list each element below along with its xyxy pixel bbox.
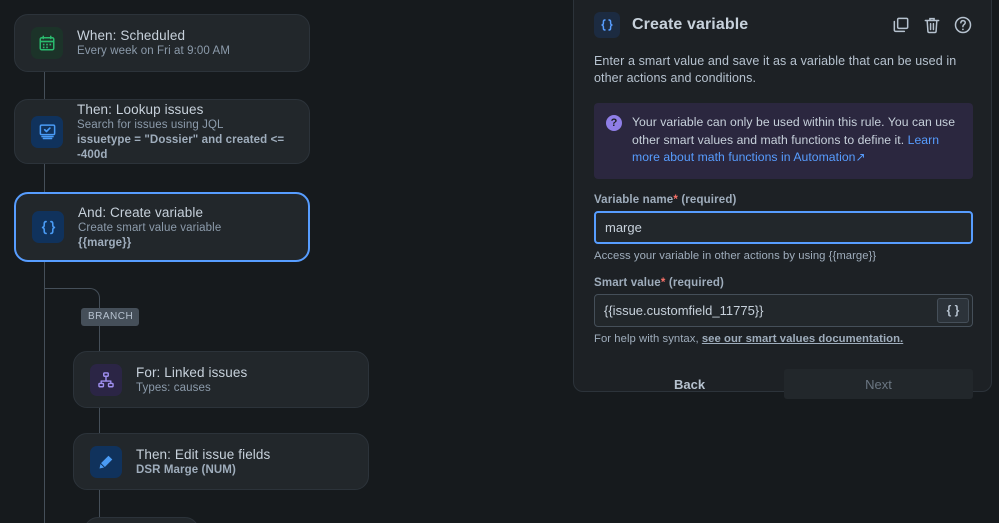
card-detail: issuetype = "Dossier" and created <= -40…	[77, 133, 285, 161]
smart-value-input[interactable]	[594, 293, 973, 327]
page-title: Create variable	[632, 16, 749, 33]
card-title: Then: Lookup issues	[77, 101, 204, 117]
panel-button-row: Back Next	[594, 369, 973, 400]
back-button[interactable]: Back	[662, 369, 717, 400]
variable-name-input-wrap	[594, 210, 973, 244]
smart-value-input-wrap: { }	[594, 293, 973, 327]
card-subtitle: Search for issues using JQL	[77, 118, 224, 131]
info-banner-body: Your variable can only be used within th…	[632, 115, 956, 147]
smart-values-docs-link[interactable]: see our smart values documentation.	[702, 333, 903, 345]
rule-card-lookup-issues[interactable]: Then: Lookup issues Search for issues us…	[14, 99, 310, 164]
rule-flow-canvas: BRANCH When: Scheduled Every week on Fri…	[0, 0, 573, 523]
rule-card-partial[interactable]	[84, 517, 199, 523]
card-text: For: Linked issues Types: causes	[136, 364, 247, 396]
required-note: (required)	[681, 193, 737, 206]
card-subtitle: Every week on Fri at 9:00 AM	[77, 45, 231, 57]
card-subtitle: Types: causes	[136, 381, 211, 394]
card-text: Then: Edit issue fields DSR Marge (NUM)	[136, 446, 270, 478]
curly-braces-icon	[594, 12, 620, 38]
hierarchy-icon	[90, 363, 122, 396]
panel-description: Enter a smart value and save it as a var…	[594, 54, 957, 85]
smart-value-label-text: Smart value	[594, 276, 661, 289]
card-title: And: Create variable	[78, 204, 204, 220]
insert-smart-value-button[interactable]: { }	[937, 297, 969, 323]
card-subtitle: Create smart value variable	[78, 221, 222, 234]
smart-value-hint: For help with syntax, see our smart valu…	[594, 333, 973, 345]
card-text: Then: Lookup issues Search for issues us…	[77, 101, 293, 163]
card-title: Then: Edit issue fields	[136, 446, 271, 462]
automation-rule-builder-screen: BRANCH When: Scheduled Every week on Fri…	[0, 0, 999, 523]
rule-card-linked-issues[interactable]: For: Linked issues Types: causes	[73, 351, 369, 408]
connector-line	[44, 288, 90, 289]
connector-line	[44, 262, 45, 523]
card-subtitle: DSR Marge (NUM)	[136, 463, 236, 476]
smart-value-label: Smart value* (required)	[594, 277, 973, 289]
connector-line	[44, 72, 45, 99]
info-banner-text: Your variable can only be used within th…	[632, 114, 961, 167]
info-banner: ? Your variable can only be used within …	[594, 103, 973, 179]
card-title: When: Scheduled	[77, 28, 186, 43]
smart-value-hint-prefix: For help with syntax,	[594, 332, 702, 345]
card-title: For: Linked issues	[136, 364, 248, 380]
calendar-icon	[31, 27, 63, 59]
variable-name-input[interactable]	[594, 210, 973, 244]
external-link-icon: ↗	[855, 150, 866, 164]
required-note: (required)	[668, 276, 725, 289]
rule-card-edit-issue-fields[interactable]: Then: Edit issue fields DSR Marge (NUM)	[73, 433, 369, 490]
panel-actions	[891, 15, 973, 35]
card-detail: {{marge}}	[78, 236, 132, 249]
variable-name-label-text: Variable name	[594, 193, 674, 206]
next-button[interactable]: Next	[784, 369, 973, 399]
rule-card-when-scheduled[interactable]: When: Scheduled Every week on Fri at 9:0…	[14, 14, 310, 72]
copy-icon[interactable]	[891, 15, 911, 35]
panel-header: Create variable	[594, 9, 973, 41]
rule-card-create-variable[interactable]: And: Create variable Create smart value …	[14, 192, 310, 262]
monitor-check-icon	[31, 115, 63, 148]
variable-name-label: Variable name* (required)	[594, 194, 973, 206]
help-circle-icon: ?	[606, 115, 622, 131]
variable-name-hint: Access your variable in other actions by…	[594, 249, 877, 262]
card-text: When: Scheduled Every week on Fri at 9:0…	[77, 27, 230, 59]
pencil-icon	[90, 445, 122, 478]
curly-braces-icon	[32, 211, 64, 243]
card-text: And: Create variable Create smart value …	[78, 204, 221, 251]
help-icon[interactable]	[953, 15, 973, 35]
create-variable-panel: Create variable Enter a smart value and …	[573, 0, 992, 399]
connector-line	[44, 164, 45, 192]
required-marker: *	[660, 276, 666, 289]
required-marker: *	[673, 193, 678, 206]
trash-icon[interactable]	[922, 15, 942, 35]
branch-label: BRANCH	[81, 308, 140, 326]
